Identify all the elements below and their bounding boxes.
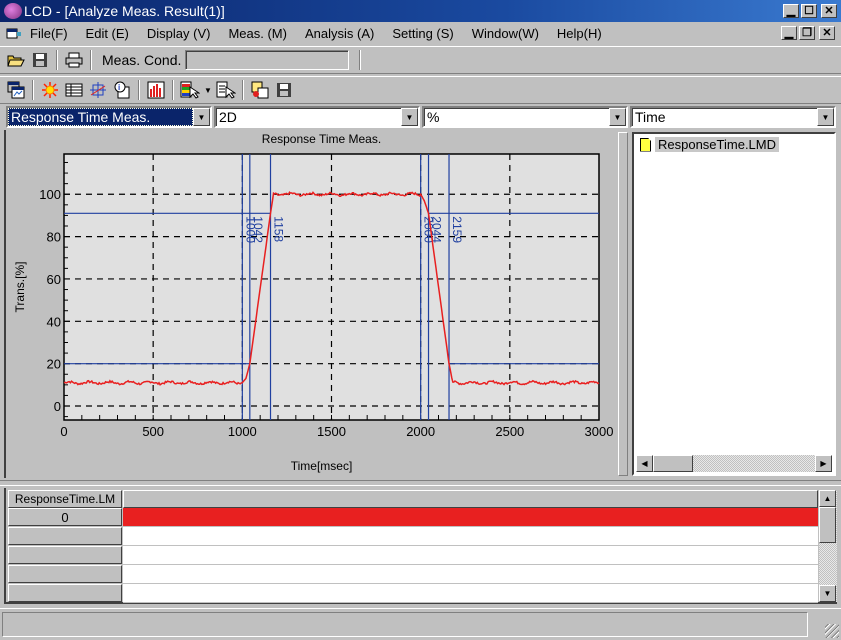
y-tick-label: 20 xyxy=(47,357,61,372)
axis-select[interactable]: Time ▼ xyxy=(630,106,836,128)
x-tick-label: 2000 xyxy=(406,424,435,439)
tree-item-label: ResponseTime.LMD xyxy=(655,137,780,152)
data-grid: ResponseTime.LM 0 ▲ ▼ xyxy=(4,488,837,604)
chevron-down-icon[interactable]: ▼ xyxy=(817,108,834,126)
arrow-down-icon: ▼ xyxy=(823,589,832,598)
cursor-value-label: 1158 xyxy=(272,216,286,242)
grid-row-cell[interactable] xyxy=(123,546,818,565)
y-axis-label: Trans.[%] xyxy=(13,262,27,313)
horizontal-scrollbar[interactable]: ◀ ▶ xyxy=(636,455,832,472)
tree-item-file[interactable]: ResponseTime.LMD xyxy=(640,137,780,152)
status-panel xyxy=(2,612,808,637)
x-axis-label: Time[msec] xyxy=(291,459,353,473)
chart-title: Response Time Meas. xyxy=(262,132,381,146)
resize-grip-icon[interactable] xyxy=(825,624,839,638)
horizontal-splitter[interactable] xyxy=(0,480,841,486)
grid-header-fill xyxy=(123,490,818,508)
y-tick-label: 40 xyxy=(47,314,61,329)
status-bar xyxy=(0,608,841,640)
file-icon xyxy=(640,137,651,152)
maximize-button[interactable]: ☐ xyxy=(801,4,817,18)
scroll-thumb[interactable] xyxy=(653,455,693,472)
child-close-button[interactable]: ✕ xyxy=(819,26,835,40)
response-time-chart: Response Time Meas.0204060801000 500 1000 1… xyxy=(13,132,613,473)
file-tree: ResponseTime.LMD ◀ ▶ xyxy=(632,132,836,476)
child-restore-button[interactable]: ❐ xyxy=(799,26,815,40)
grid-row-header[interactable] xyxy=(8,565,122,583)
arrow-left-icon: ◀ xyxy=(641,459,648,468)
scroll-down-button[interactable]: ▼ xyxy=(819,585,836,602)
x-tick-label: 0 xyxy=(60,424,67,439)
grid-row-header[interactable] xyxy=(8,546,122,564)
vertical-scrollbar[interactable]: ▲ ▼ xyxy=(819,490,837,602)
vertical-splitter[interactable] xyxy=(618,132,628,476)
chart-panel: Response Time Meas. 0 20 40 60 80 100 0 500 1000 1… xyxy=(4,130,614,478)
grid-row-cell[interactable] xyxy=(123,527,818,546)
grid-row-cell[interactable] xyxy=(123,584,818,603)
axis-select-value: Time xyxy=(635,109,666,125)
minimize-icon: ▁ xyxy=(784,26,794,39)
restore-icon: ❐ xyxy=(802,26,812,39)
x-tick-label: 2500 xyxy=(495,424,524,439)
x-tick-label: 1000 xyxy=(228,424,257,439)
arrow-up-icon: ▲ xyxy=(823,494,832,503)
arrow-right-icon: ▶ xyxy=(820,459,827,468)
x-tick-label: 500 xyxy=(142,424,164,439)
scroll-up-button[interactable]: ▲ xyxy=(819,490,836,507)
scroll-right-button[interactable]: ▶ xyxy=(815,455,832,472)
grid-row-cell[interactable] xyxy=(123,565,818,584)
scroll-left-button[interactable]: ◀ xyxy=(636,455,653,472)
close-icon: ✕ xyxy=(824,4,834,17)
close-icon: ✕ xyxy=(822,26,832,39)
x-tick-label: 1500 xyxy=(317,424,346,439)
grid-column-header[interactable]: ResponseTime.LM xyxy=(8,490,122,508)
y-tick-label: 100 xyxy=(39,187,61,202)
cursor-value-label: 1042 xyxy=(251,216,265,243)
y-tick-label: 60 xyxy=(47,272,61,287)
child-minimize-button[interactable]: ▁ xyxy=(781,26,797,40)
minimize-icon: ▁ xyxy=(786,4,796,17)
scroll-thumb[interactable] xyxy=(819,507,836,543)
close-button[interactable]: ✕ xyxy=(821,4,837,18)
y-tick-label: 80 xyxy=(47,230,61,245)
maximize-icon: ☐ xyxy=(804,4,814,17)
grid-row-color-cell[interactable] xyxy=(123,508,818,527)
cursor-value-label: 2159 xyxy=(450,216,464,243)
x-tick-label: 3000 xyxy=(585,424,614,439)
grid-row-header[interactable]: 0 xyxy=(8,508,122,526)
grid-row-header[interactable] xyxy=(8,527,122,545)
y-tick-label: 0 xyxy=(54,399,61,414)
minimize-button[interactable]: ▁ xyxy=(783,4,799,18)
grid-row-header[interactable] xyxy=(8,584,122,602)
